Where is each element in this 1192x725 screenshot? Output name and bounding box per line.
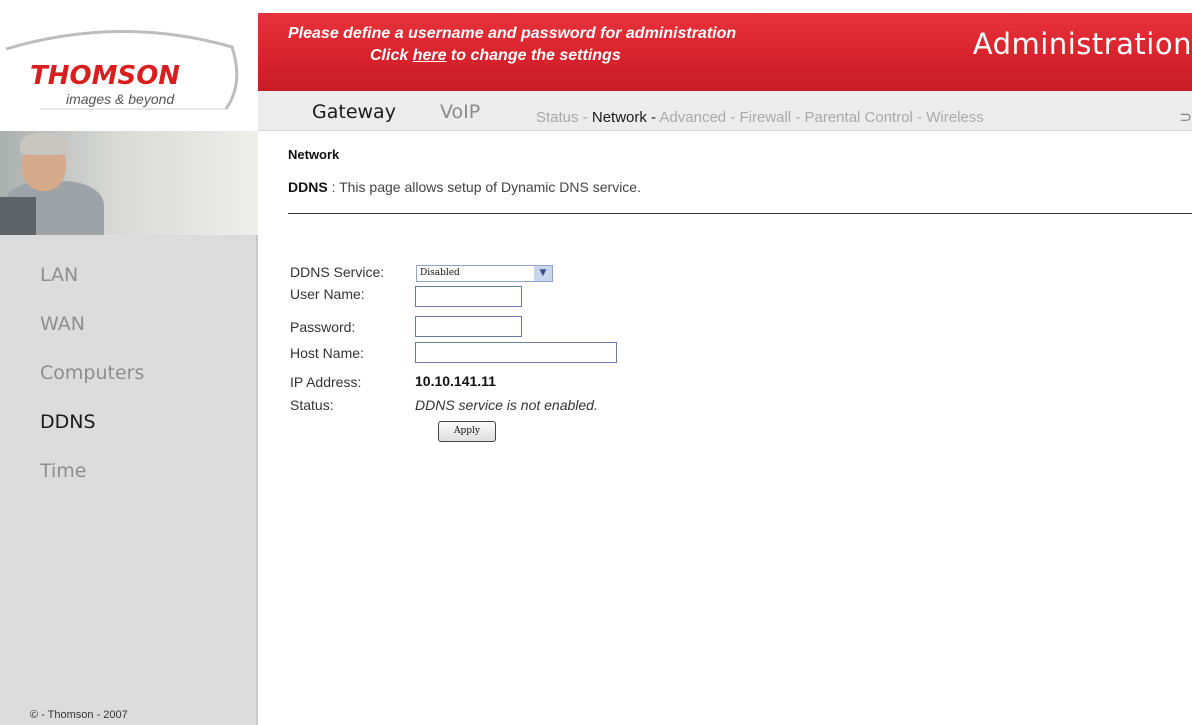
sidebar-menu: LAN WAN Computers DDNS Time <box>40 263 144 508</box>
sidebar-item-ddns[interactable]: DDNS <box>40 410 144 459</box>
status-label: Status: <box>290 397 334 413</box>
hostname-label: Host Name: <box>290 345 364 361</box>
ddns-service-row: DDNS Service: Disabled ▼ <box>290 264 553 282</box>
notice-line-1: Please define a username and password fo… <box>288 25 737 42</box>
subtab-firewall[interactable]: Firewall <box>739 109 791 126</box>
brand-logo: THOMSON images & beyond <box>0 13 258 130</box>
sidebar-item-time[interactable]: Time <box>40 459 144 508</box>
sidebar: LAN WAN Computers DDNS Time © - Thomson … <box>0 131 258 725</box>
ddns-service-label: DDNS Service: <box>290 264 385 280</box>
top-navigation: Gateway VoIP Status - Network - Advanced… <box>258 91 1192 131</box>
username-field[interactable] <box>415 286 522 307</box>
section-title: Network <box>288 147 340 162</box>
copyright-text: © - Thomson - 2007 <box>30 709 128 721</box>
description-text: : This page allows setup of Dynamic DNS … <box>327 179 641 195</box>
password-label: Password: <box>290 319 356 335</box>
user-photo-image <box>0 131 258 235</box>
chevron-down-icon: ▼ <box>534 266 552 281</box>
tab-gateway[interactable]: Gateway <box>312 101 396 123</box>
notice-line-2: Click here to change the settings <box>288 45 848 67</box>
subnav-separator: - <box>578 109 592 126</box>
section-description: DDNS : This page allows setup of Dynamic… <box>288 179 641 195</box>
admin-notice: Please define a username and password fo… <box>288 23 848 67</box>
sidebar-item-wan[interactable]: WAN <box>40 312 144 361</box>
scroll-more-icon[interactable]: ⊃ <box>1179 108 1192 126</box>
brand-tagline: images & beyond <box>66 91 175 107</box>
change-settings-link[interactable]: here <box>413 47 447 64</box>
password-field[interactable] <box>415 316 522 337</box>
sidebar-item-lan[interactable]: LAN <box>40 263 144 312</box>
apply-button[interactable]: Apply <box>438 421 496 442</box>
ip-address-value: 10.10.141.11 <box>415 373 496 389</box>
notice-line-2-suffix: to change the settings <box>446 47 621 64</box>
sidebar-item-computers[interactable]: Computers <box>40 361 144 410</box>
notice-line-2-prefix: Click <box>370 47 413 64</box>
brand-name: THOMSON <box>30 61 181 91</box>
ip-address-label: IP Address: <box>290 374 362 390</box>
username-label: User Name: <box>290 286 365 302</box>
subtab-parental-control[interactable]: Parental Control <box>805 109 913 126</box>
ddns-service-value: Disabled <box>420 268 460 278</box>
page-title: Administration <box>972 27 1192 61</box>
subtab-status[interactable]: Status <box>536 109 579 126</box>
hostname-field[interactable] <box>415 342 617 363</box>
section-divider <box>288 213 1192 214</box>
subnav-separator: - <box>646 109 660 126</box>
subnav-separator: - <box>912 109 927 126</box>
sub-navigation: Status - Network - Advanced - Firewall -… <box>536 109 984 126</box>
subnav-separator: - <box>726 109 740 126</box>
subnav-separator: - <box>791 109 805 126</box>
subtab-wireless[interactable]: Wireless <box>926 109 984 126</box>
subtab-advanced[interactable]: Advanced <box>659 109 726 126</box>
description-title: DDNS <box>288 179 328 195</box>
photo-hair <box>20 133 68 155</box>
photo-laptop <box>0 197 36 235</box>
main-content: Network DDNS : This page allows setup of… <box>258 131 1192 725</box>
status-value: DDNS service is not enabled. <box>415 397 598 413</box>
header-banner: Please define a username and password fo… <box>258 13 1192 91</box>
subtab-network[interactable]: Network <box>592 109 647 126</box>
tab-voip[interactable]: VoIP <box>440 101 480 123</box>
ddns-service-select[interactable]: Disabled ▼ <box>416 265 553 282</box>
